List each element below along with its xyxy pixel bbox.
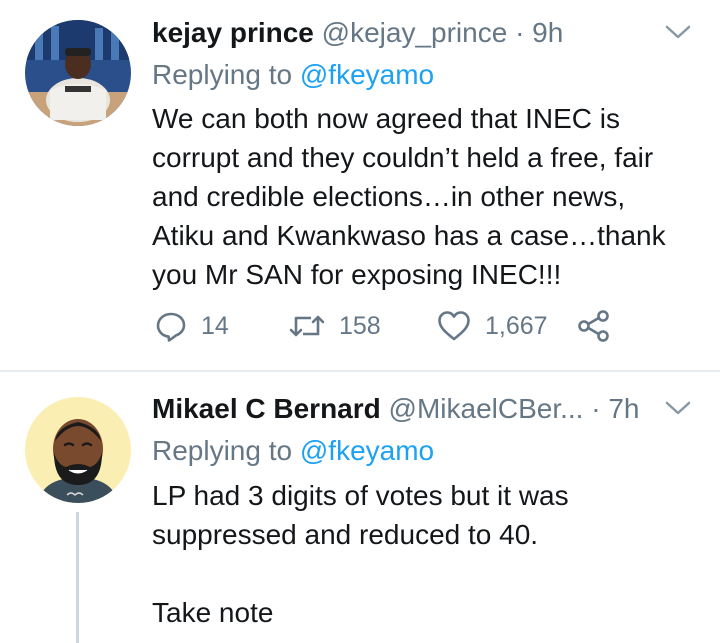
like-count: 1,667 [485,311,548,340]
tweet-timestamp[interactable]: 9h [532,17,563,48]
replying-label: Replying to [152,59,293,90]
tweet-text-line: suppressed and reduced to 40. [152,519,539,550]
separator-dot: · [515,17,525,48]
avatar[interactable] [25,397,131,503]
author-handle[interactable]: @kejay_prince [322,17,508,48]
tweet-header: kejay prince @kejay_prince · 9h [152,16,563,50]
share-button[interactable] [577,310,625,342]
replying-to: Replying to @fkeyamo [152,434,434,468]
tweet-text-line: and credible elections…in other news, [152,181,626,212]
tweet-text-line: you Mr SAN for exposing INEC!!! [152,259,562,290]
tweet-text-line: We can both now agreed that INEC is [152,103,620,134]
chevron-down-icon[interactable] [664,22,692,42]
replying-to: Replying to @fkeyamo [152,58,434,92]
like-icon [438,311,470,341]
tweet-text: We can both now agreed that INEC is corr… [152,99,697,294]
replying-to-link[interactable]: @fkeyamo [300,435,434,466]
avatar[interactable] [25,20,131,126]
author-handle[interactable]: @MikaelCBer... [389,393,584,424]
thread-connector-line [76,512,79,643]
replying-label: Replying to [152,435,293,466]
retweet-icon [289,315,325,337]
reply-count: 14 [201,311,229,340]
tweet-header: Mikael C Bernard @MikaelCBer... · 7h [152,392,640,426]
tweet-text-line: Atiku and Kwankwaso has a case…thank [152,220,666,251]
author-name[interactable]: kejay prince [152,17,314,48]
tweet-item[interactable]: kejay prince @kejay_prince · 9h Replying… [0,0,720,370]
chevron-down-icon[interactable] [664,398,692,418]
share-icon [578,310,609,342]
tweet-text-line: corrupt and they couldn’t held a free, f… [152,142,654,173]
separator-dot: · [591,393,601,424]
tweet-text: LP had 3 digits of votes but it was supp… [152,476,697,632]
tweet-actions: 14 158 1,667 [155,310,675,350]
reply-icon [156,312,186,342]
retweet-count: 158 [339,311,381,340]
tweet-text-blank-line [152,554,697,593]
replying-to-link[interactable]: @fkeyamo [300,59,434,90]
author-name[interactable]: Mikael C Bernard [152,393,381,424]
retweet-button[interactable]: 158 [289,310,381,342]
like-button[interactable]: 1,667 [437,310,548,342]
tweet-text-line: LP had 3 digits of votes but it was [152,480,569,511]
tweet-text-line: Take note [152,597,274,628]
reply-button[interactable]: 14 [155,310,229,342]
tweet-timestamp[interactable]: 7h [608,393,639,424]
